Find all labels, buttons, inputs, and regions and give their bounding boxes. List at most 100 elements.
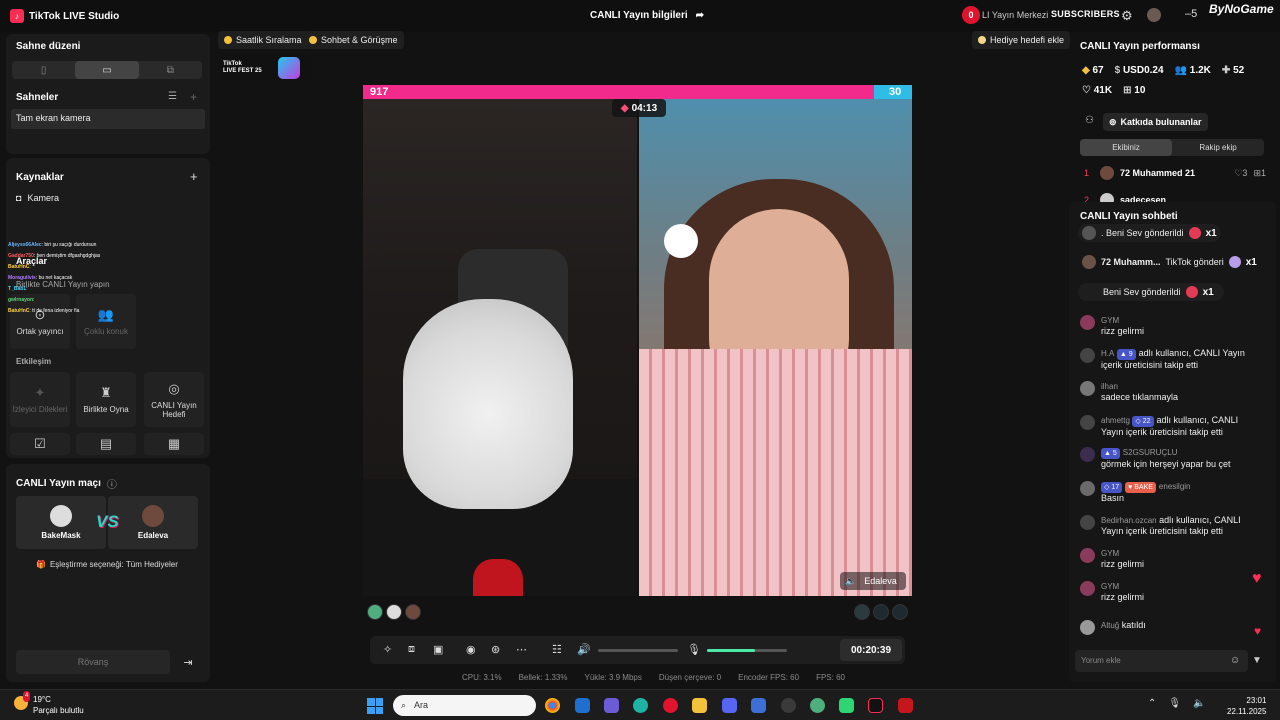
more-icon[interactable]: ⋯ [516,643,527,656]
speaker-tray-icon[interactable]: 🔈 [1193,698,1205,709]
chat-avatar[interactable] [1080,548,1095,563]
tool-tile-5[interactable]: ▤ [76,433,136,455]
chat-username[interactable]: GYM [1101,581,1260,592]
play-together-button[interactable]: ♜ Birlikte Oyna [76,372,136,427]
volume-icon[interactable]: 🔊 [577,643,591,656]
gifter-avatar[interactable] [367,604,383,620]
profile-avatar[interactable] [1147,8,1161,22]
tiktok-live-studio-icon[interactable] [868,698,883,713]
mic-slider[interactable] [707,649,787,652]
chat-meet-chip[interactable]: Sohbet & Görüşme [303,31,404,49]
tab-your-team[interactable]: Ekibiniz [1080,139,1172,156]
chat-avatar[interactable] [1080,381,1095,396]
usd-stat: $ USD0.24 [1114,65,1164,76]
opponent-name-tag[interactable]: 🔈 Edaleva [840,572,906,590]
gift-notification: . Beni Sev gönderildi x1 [1078,224,1221,242]
microphone-tray-icon[interactable]: 🎙 [1168,698,1181,709]
comment-input[interactable]: Yorum ekle [1075,650,1248,672]
exit-match-icon[interactable]: ⇥ [178,652,198,672]
teams-icon[interactable] [604,698,619,713]
gift-text: Beni Sev gönderildi [1103,287,1181,297]
portrait-layout-button[interactable]: ▯ [12,61,75,79]
settings-icon[interactable]: ⚙ [1121,8,1133,24]
rematch-button[interactable]: Rövanş [16,650,170,674]
chat-username[interactable]: ahmettg [1101,416,1130,425]
scene-item-fullscreen-camera[interactable]: Tam ekran kamera [11,109,205,129]
add-source-icon[interactable]: + [190,169,198,184]
gifter-avatar[interactable] [892,604,908,620]
app-icon[interactable] [898,698,913,713]
chat-username[interactable]: Altuğ [1101,621,1119,630]
chat-username[interactable]: Bedirhan.ozcan [1101,516,1157,525]
source-item-camera[interactable]: ◘ Kamera [16,193,59,203]
rank-row[interactable]: 1 72 Muhammed 21 ♡3 ⊞1 [1084,166,1268,180]
magic-wand-icon[interactable]: ✧ [383,643,392,656]
tab-rival-team[interactable]: Rakip ekip [1172,139,1264,156]
steam-icon[interactable] [781,698,796,713]
layout-icon[interactable]: ▣ [433,643,443,656]
add-scene-icon[interactable]: + [190,90,197,104]
scene-list-icon[interactable]: ☰ [168,91,177,102]
custom-layout-button[interactable]: ⧉ [139,61,202,79]
volume-slider[interactable] [598,649,678,652]
chat-text: rizz gelirmi [1101,592,1145,602]
matching-option[interactable]: 🎁 Eşleştirme seçeneği: Tüm Hediyeler [36,560,178,569]
microphone-icon[interactable]: 🎙 [687,643,701,656]
performance-stats: CPU: 3.1% Bellek: 1.33% Yükle: 3.9 Mbps … [462,673,845,682]
system-clock[interactable]: 23:01 22.11.2025 [1227,695,1266,717]
player-bakemask[interactable]: BakeMask [16,496,106,549]
discord-icon[interactable] [722,698,737,713]
chat-avatar[interactable] [1080,315,1095,330]
chat-username[interactable]: S2GSURUÇLU [1123,448,1178,457]
chat-username[interactable]: ilhan [1101,381,1260,392]
record-icon[interactable]: ◉ [466,643,476,656]
stream-duration: 00:20:39 [840,639,902,661]
chrome-icon[interactable] [545,698,560,713]
live-center-button[interactable]: LI Yayın Merkezi [982,10,1048,20]
chat-avatar[interactable] [1080,447,1095,462]
chat-avatar[interactable] [1080,581,1095,596]
user-icon[interactable]: ⚇ [1085,115,1094,126]
weather-widget[interactable]: 4 19°C Parçalı bulutlu [14,691,84,716]
file-explorer-icon[interactable] [692,698,707,713]
effects-icon[interactable]: ⧈ [408,643,415,656]
emoji-icon[interactable]: ☺ [1230,655,1240,666]
viewer-wishes-button[interactable]: ✦ İzleyici Dilekleri [10,372,70,427]
chat-avatar[interactable] [1080,620,1095,635]
hourly-ranking-chip[interactable]: Saatlik Sıralama [218,31,308,49]
help-icon[interactable]: ⓘ [107,476,117,491]
app-title: TikTok LIVE Studio [29,10,120,22]
adjust-icon[interactable]: ☷ [552,643,562,656]
chat-username[interactable]: GYM [1101,315,1260,326]
tool-tile-6[interactable]: ▦ [144,433,204,455]
start-button[interactable] [367,698,383,714]
player-edaleva[interactable]: Edaleva [108,496,198,549]
taskbar-search[interactable]: ⌕ Ara [393,695,536,716]
tool-tile-4[interactable]: ☑ [10,433,70,455]
chrome-alt-icon[interactable] [810,698,825,713]
store-icon[interactable] [575,698,590,713]
notification-badge[interactable]: 0 [962,6,980,24]
minimize-button[interactable]: –5 [1185,8,1197,20]
gifter-avatar[interactable] [386,604,402,620]
chat-username[interactable]: H.A [1101,349,1114,358]
chat-username[interactable]: GYM [1101,548,1260,559]
chat-username[interactable]: enesilgin [1159,482,1191,491]
contributors-button[interactable]: ⊚ Katkıda bulunanlar [1103,113,1208,131]
app-icon[interactable] [839,698,854,713]
edge-icon[interactable] [633,698,648,713]
camera-switch-icon[interactable]: ⊛ [491,643,500,656]
filter-icon[interactable]: ▼ [1252,655,1262,666]
gifter-avatar[interactable] [873,604,889,620]
landscape-layout-button[interactable]: ▭ [75,61,139,79]
app-icon[interactable] [751,698,766,713]
opera-icon[interactable] [663,698,678,713]
live-fest-banner[interactable]: TikTok LIVE FEST 25 [220,56,312,80]
tray-expand-icon[interactable]: ⌃ [1148,698,1156,709]
live-goal-button[interactable]: ◎ CANLI Yayın Hedefi [144,372,204,427]
add-gift-goal-chip[interactable]: Hediye hedefi ekle [972,31,1071,49]
chat-avatar[interactable] [1080,481,1095,496]
live-info-button[interactable]: CANLI Yayın bilgileri ➦ [590,10,704,21]
gifter-avatar[interactable] [854,604,870,620]
gifter-avatar[interactable] [405,604,421,620]
